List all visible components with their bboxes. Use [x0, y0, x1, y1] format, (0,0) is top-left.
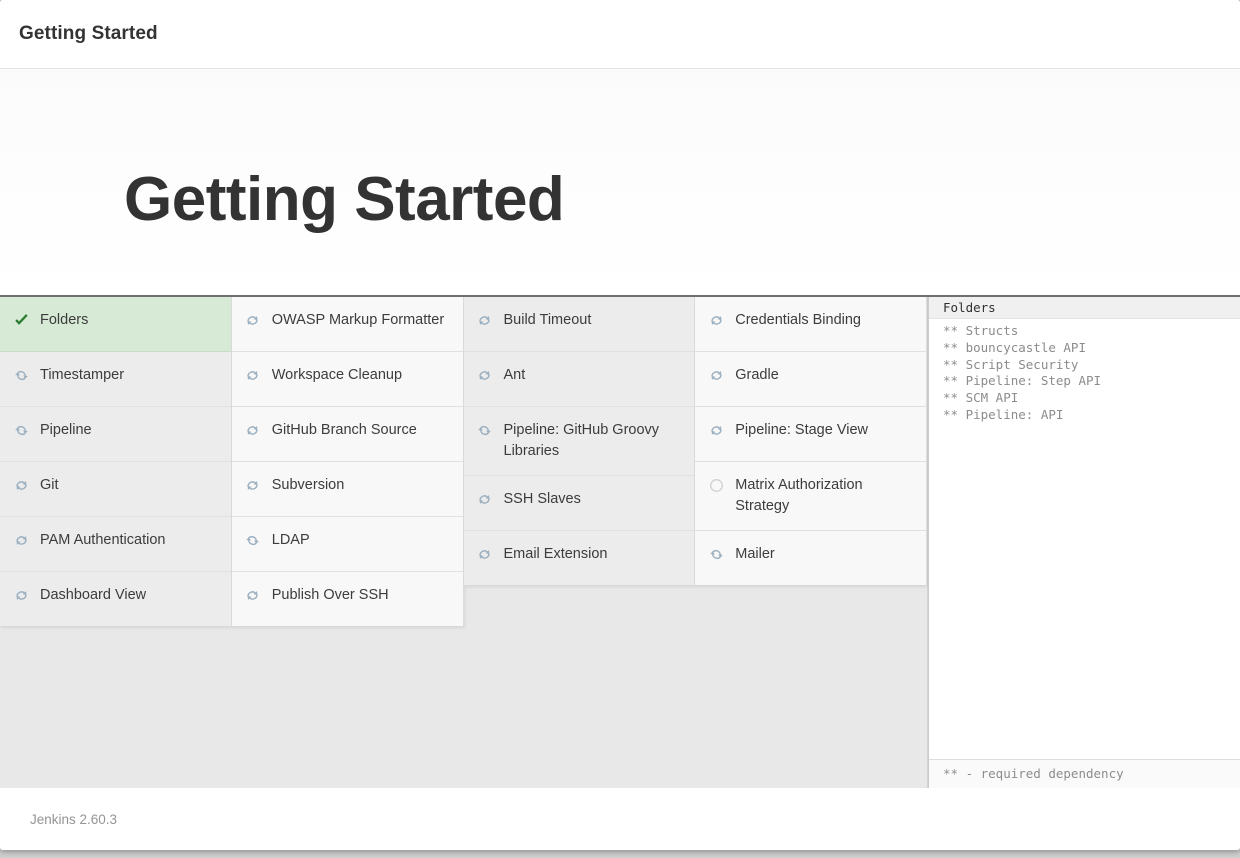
- spinner-icon: [705, 310, 727, 330]
- log-line: ** Structs: [943, 323, 1019, 338]
- circle-pending-icon: [705, 475, 727, 495]
- plugin-row: Build Timeout: [463, 297, 695, 352]
- plugin-row: Pipeline: GitHub Groovy Libraries: [463, 407, 695, 476]
- plugin-name-label: PAM Authentication: [40, 532, 166, 548]
- plugin-name-label: Build Timeout: [503, 312, 592, 328]
- log-panel-lines: ** Structs ** bouncycastle API ** Script S…: [929, 319, 1240, 759]
- plugin-name-label: Publish Over SSH: [271, 587, 389, 603]
- plugin-name-label: Dashboard View: [40, 587, 147, 603]
- plugin-name-label: Pipeline: Stage View: [735, 422, 868, 438]
- plugin-name-label: GitHub Branch Source: [271, 422, 417, 438]
- plugin-row: Git: [0, 462, 231, 517]
- plugin-name-label: Ant: [503, 367, 526, 383]
- spinner-icon: [705, 420, 727, 440]
- plugin-column: Credentials Binding Gradle Pipeline: Stage…: [695, 297, 927, 586]
- content-body: Folders Timestamper Pipeline Git PAM Authent…: [0, 297, 1240, 788]
- plugin-row: Email Extension: [463, 531, 695, 586]
- spinner-icon: [705, 365, 727, 385]
- plugin-row: Pipeline: [0, 407, 231, 462]
- plugin-install-area: Folders Timestamper Pipeline Git PAM Authent…: [0, 297, 928, 788]
- spinner-icon: [474, 489, 496, 509]
- plugin-row: Gradle: [695, 352, 926, 407]
- spinner-icon: [10, 475, 32, 495]
- app-root: Getting Started Getting Started Folders T…: [0, 0, 1240, 858]
- plugin-row: Dashboard View: [0, 572, 231, 627]
- log-panel-footnote: ** - required dependency: [929, 759, 1240, 788]
- spinner-icon: [474, 544, 496, 564]
- plugin-row: Credentials Binding: [695, 297, 926, 352]
- check-icon: [10, 310, 32, 330]
- plugin-name-label: Matrix Authorization Strategy: [735, 477, 863, 514]
- plugin-name-label: Folders: [40, 312, 89, 328]
- plugin-grid: Folders Timestamper Pipeline Git PAM Authent…: [0, 297, 927, 627]
- spinner-icon: [242, 365, 264, 385]
- plugin-column: Folders Timestamper Pipeline Git PAM Authent…: [0, 297, 232, 627]
- spinner-icon: [474, 365, 496, 385]
- window-title: Getting Started: [19, 23, 158, 44]
- getting-started-window: Getting Started Getting Started Folders T…: [0, 0, 1240, 850]
- plugin-name-label: LDAP: [271, 532, 310, 548]
- log-line: ** SCM API: [943, 390, 1019, 406]
- spinner-rotated-icon: [242, 530, 264, 550]
- spinner-icon: [242, 310, 264, 330]
- log-line: ** bouncycastle API: [943, 339, 1086, 355]
- plugin-row: Folders: [0, 297, 231, 352]
- window-titlebar: Getting Started: [0, 0, 1240, 69]
- plugin-row: LDAP: [231, 517, 463, 572]
- page-title: Getting Started: [124, 165, 565, 234]
- plugin-row: Matrix Authorization Strategy: [695, 462, 926, 531]
- plugin-row: Subversion: [231, 462, 463, 517]
- plugin-row: PAM Authentication: [0, 517, 231, 572]
- plugin-name-label: Mailer: [735, 546, 775, 562]
- dependency-log-panel: Folders ** Structs ** bouncycastle API ** …: [928, 297, 1240, 788]
- plugin-name-label: SSH Slaves: [503, 491, 581, 507]
- plugin-name-label: Credentials Binding: [735, 312, 861, 328]
- spinner-rotated-icon: [10, 365, 32, 385]
- log-line: ** Script Security: [943, 356, 1079, 372]
- spinner-rotated-icon: [10, 420, 32, 440]
- log-line: ** Pipeline: Step API: [943, 373, 1102, 389]
- spinner-icon: [474, 310, 496, 330]
- hero-section: Getting Started: [0, 69, 1240, 337]
- plugin-row: Timestamper: [0, 352, 231, 407]
- log-line: ** Pipeline: API: [943, 406, 1064, 422]
- window-footer: Jenkins 2.60.3: [0, 788, 1240, 850]
- plugin-name-label: Gradle: [735, 367, 779, 383]
- plugin-name-label: Workspace Cleanup: [271, 367, 403, 383]
- jenkins-version-label: Jenkins 2.60.3: [30, 811, 118, 827]
- plugin-name-label: Git: [40, 477, 59, 493]
- spinner-icon: [242, 475, 264, 495]
- log-panel-header: Folders: [929, 297, 1240, 319]
- spinner-icon: [10, 585, 32, 605]
- plugin-column: Build Timeout Ant Pipeline: GitHub Groovy …: [463, 297, 696, 586]
- plugin-row: Mailer: [695, 531, 926, 586]
- plugin-name-label: Timestamper: [40, 367, 125, 383]
- plugin-name-label: OWASP Markup Formatter: [271, 312, 445, 328]
- spinner-icon: [242, 420, 264, 440]
- plugin-row: OWASP Markup Formatter: [231, 297, 463, 352]
- spinner-rotated-icon: [474, 420, 496, 440]
- plugin-row: Pipeline: Stage View: [695, 407, 926, 462]
- plugin-row: SSH Slaves: [463, 476, 695, 531]
- plugin-name-label: Pipeline: [40, 422, 92, 438]
- spinner-rotated-icon: [705, 544, 727, 564]
- spinner-icon: [242, 585, 264, 605]
- plugin-column: OWASP Markup Formatter Workspace Cleanup G…: [231, 297, 464, 627]
- plugin-row: Ant: [463, 352, 695, 407]
- plugin-row: Publish Over SSH: [231, 572, 463, 627]
- plugin-row: Workspace Cleanup: [231, 352, 463, 407]
- plugin-row: GitHub Branch Source: [231, 407, 463, 462]
- plugin-name-label: Pipeline: GitHub Groovy Libraries: [503, 422, 660, 459]
- spinner-icon: [10, 530, 32, 550]
- plugin-name-label: Email Extension: [503, 546, 608, 562]
- plugin-name-label: Subversion: [271, 477, 345, 493]
